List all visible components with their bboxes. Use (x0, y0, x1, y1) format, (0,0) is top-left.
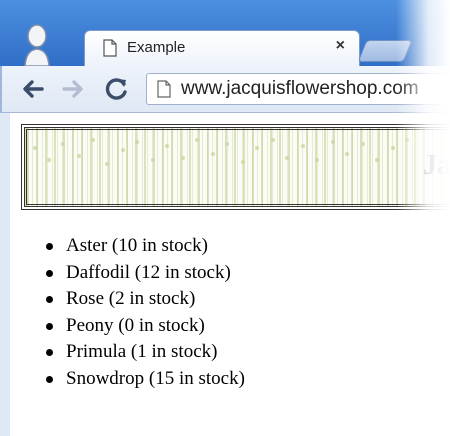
close-icon[interactable]: × (336, 37, 345, 55)
new-tab-button[interactable] (357, 40, 413, 62)
page-icon (157, 80, 171, 98)
document-icon (103, 39, 117, 57)
list-item: Aster (10 in stock) (40, 233, 245, 260)
list-item: Primula (1 in stock) (40, 339, 245, 366)
page-content: Ja Aster (10 in stock) Daffodil (12 in s… (0, 113, 450, 436)
tab-strip: Example × (0, 0, 450, 66)
forward-arrow-icon[interactable] (60, 76, 86, 102)
banner-title: Ja (423, 150, 450, 181)
back-arrow-icon[interactable] (20, 76, 46, 102)
address-bar[interactable]: www.jacquisflowershop.com (146, 73, 450, 105)
tab-title: Example (127, 39, 186, 56)
url-text[interactable]: www.jacquisflowershop.com (181, 78, 419, 100)
list-item: Rose (2 in stock) (40, 286, 245, 313)
banner: Ja (21, 124, 450, 210)
profile-icon[interactable] (22, 22, 52, 66)
reload-icon[interactable] (104, 76, 130, 102)
browser-window: Example × www.jacquisflowershop.com Ja A… (0, 0, 450, 436)
banner-pattern (33, 138, 409, 166)
toolbar: www.jacquisflowershop.com (0, 66, 450, 113)
flower-list: Aster (10 in stock) Daffodil (12 in stoc… (40, 233, 245, 393)
list-item: Daffodil (12 in stock) (40, 260, 245, 287)
tab-example[interactable]: Example × (84, 30, 360, 66)
list-item: Snowdrop (15 in stock) (40, 366, 245, 393)
list-item: Peony (0 in stock) (40, 313, 245, 340)
